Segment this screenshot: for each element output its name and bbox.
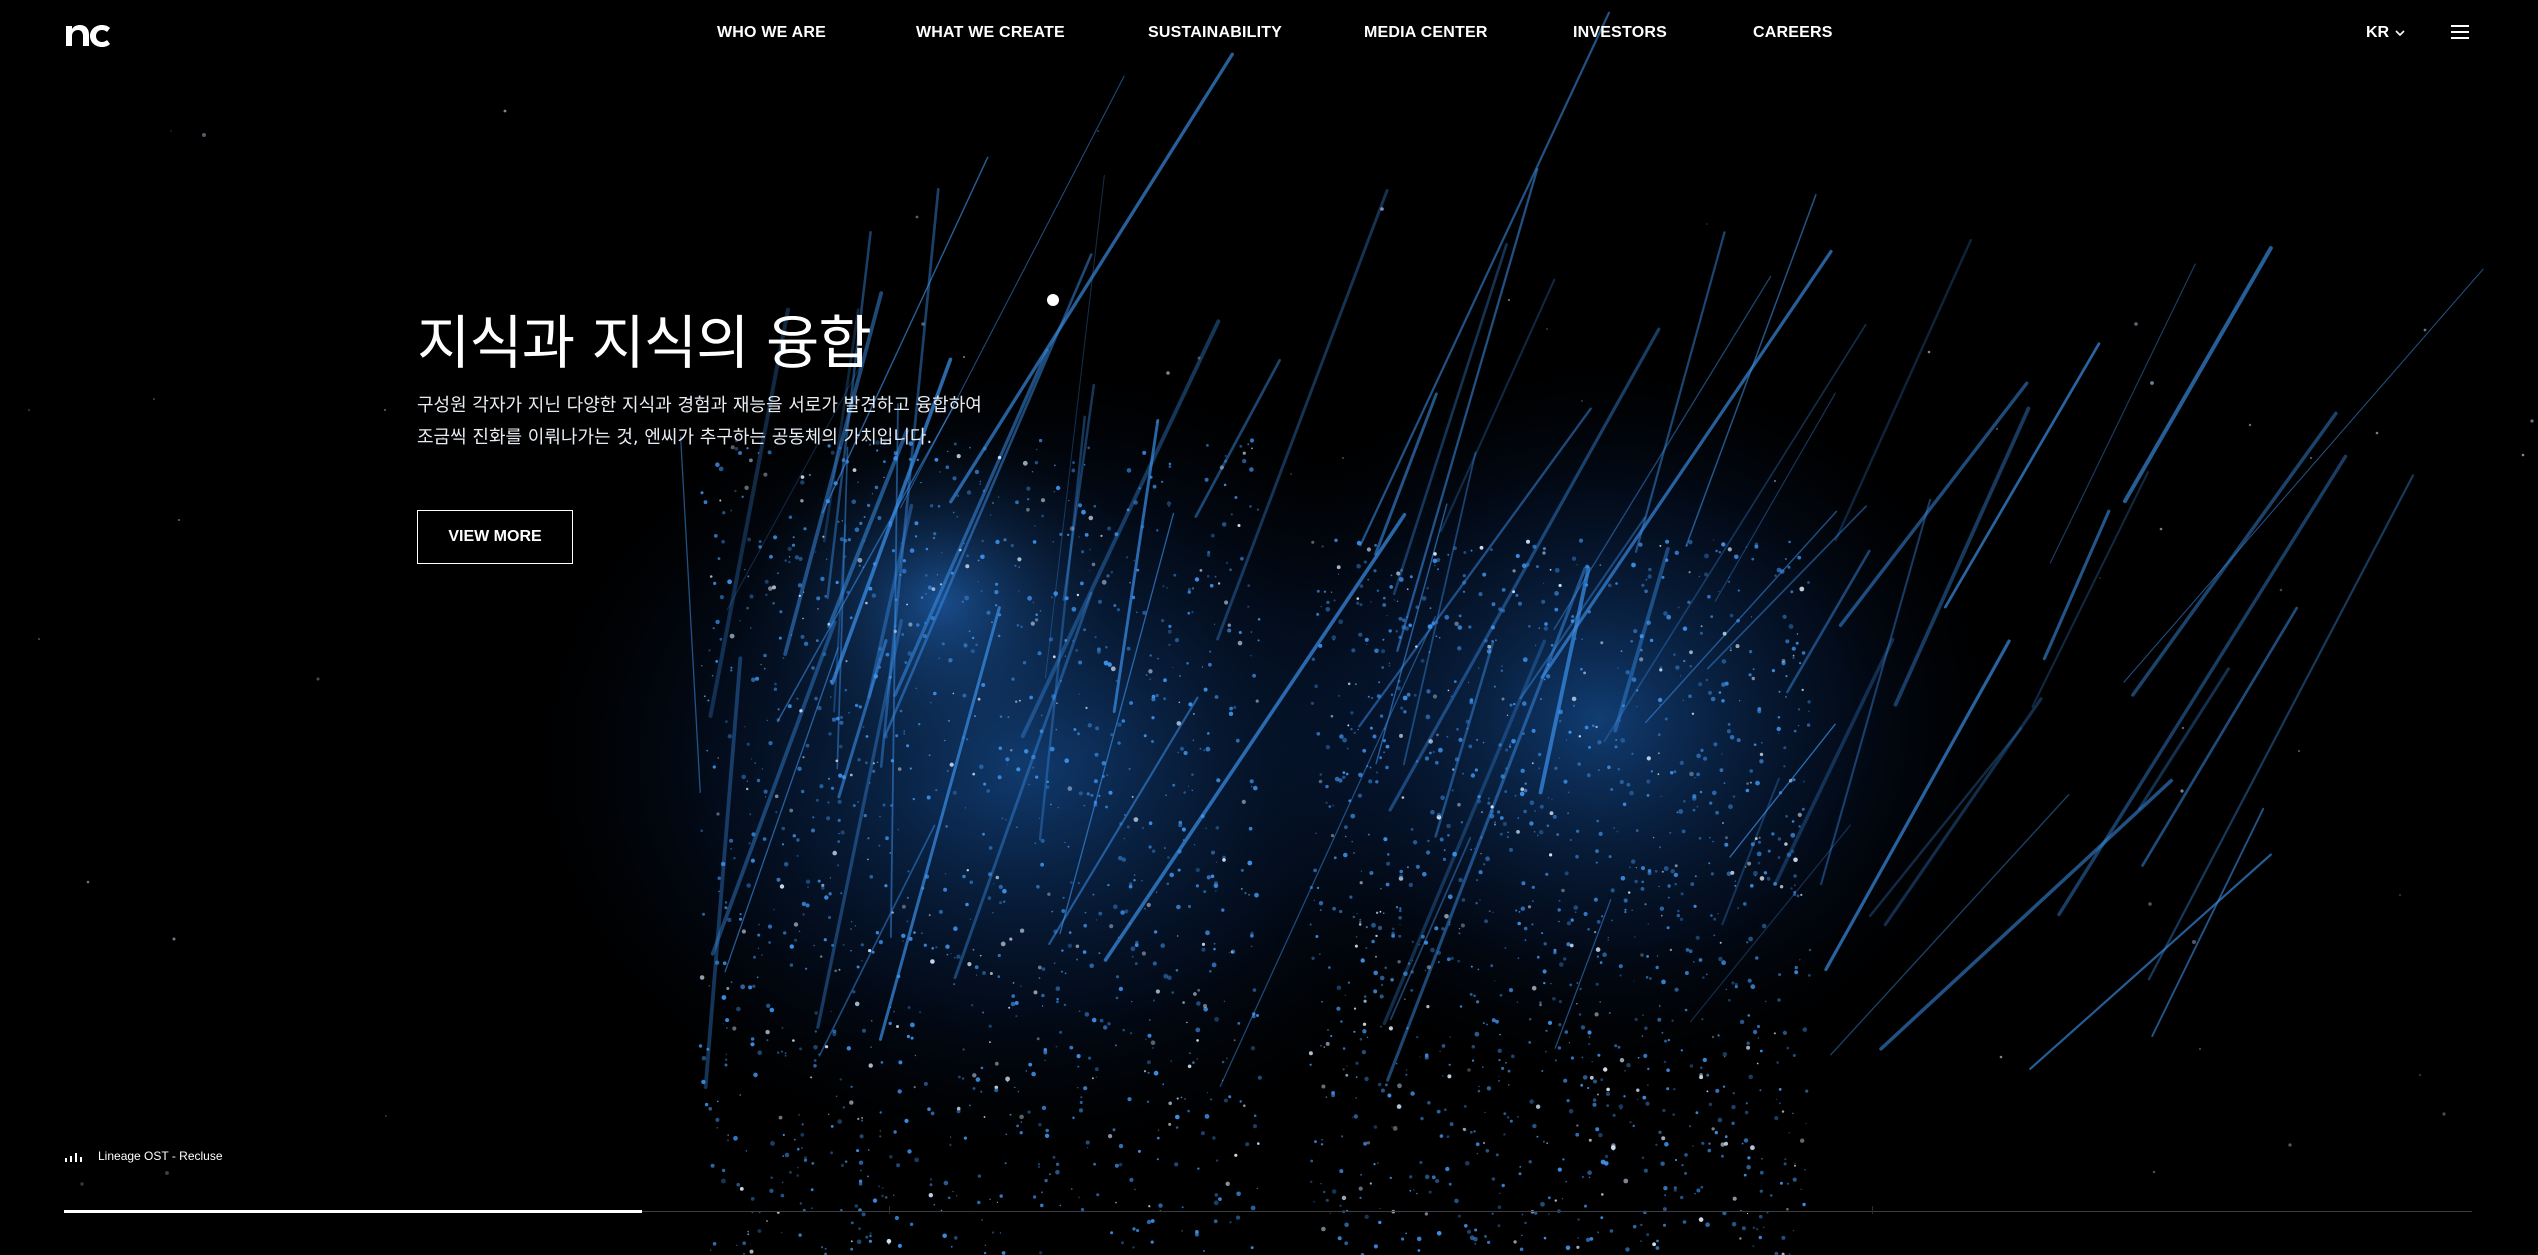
hero-description: 구성원 각자가 지닌 다양한 지식과 경험과 재능을 서로가 발견하고 융합하여… bbox=[417, 390, 1017, 454]
music-track-label: Lineage OST - Recluse bbox=[98, 1149, 223, 1163]
hero-description-line-2: 조금씩 진화를 이뤄나가는 것, 엔씨가 추구하는 공동체의 가치입니다. bbox=[417, 427, 933, 448]
nav-who-we-are[interactable]: WHO WE ARE bbox=[717, 24, 826, 42]
view-more-button[interactable]: VIEW MORE bbox=[417, 510, 573, 564]
slide-progress-fill bbox=[64, 1210, 642, 1213]
hamburger-menu-icon[interactable] bbox=[2451, 24, 2471, 40]
nav-what-we-create[interactable]: WHAT WE CREATE bbox=[916, 24, 1065, 42]
slide-progress-marker bbox=[1872, 1206, 1873, 1214]
equalizer-icon bbox=[65, 1153, 82, 1162]
nav-investors[interactable]: INVESTORS bbox=[1573, 24, 1667, 42]
main-nav: WHO WE ARE WHAT WE CREATE SUSTAINABILITY… bbox=[0, 24, 2538, 44]
hero-title: 지식과 지식의 융합 bbox=[417, 309, 872, 377]
site-header: WHO WE ARE WHAT WE CREATE SUSTAINABILITY… bbox=[0, 0, 2538, 68]
music-player[interactable]: Lineage OST - Recluse bbox=[64, 1149, 223, 1163]
nav-careers[interactable]: CAREERS bbox=[1753, 24, 1833, 42]
language-label: KR bbox=[2366, 24, 2390, 41]
slide-progress-marker bbox=[889, 1206, 890, 1214]
nav-media-center[interactable]: MEDIA CENTER bbox=[1364, 24, 1488, 42]
language-selector[interactable]: KR bbox=[2366, 24, 2405, 42]
hero-background-visual bbox=[28, 11, 2534, 1255]
chevron-down-icon bbox=[2395, 29, 2405, 36]
hero-description-line-1: 구성원 각자가 지닌 다양한 지식과 경험과 재능을 서로가 발견하고 융합하여 bbox=[417, 395, 982, 416]
hero-stage: WHO WE ARE WHAT WE CREATE SUSTAINABILITY… bbox=[0, 0, 2538, 1255]
nav-sustainability[interactable]: SUSTAINABILITY bbox=[1148, 24, 1282, 42]
